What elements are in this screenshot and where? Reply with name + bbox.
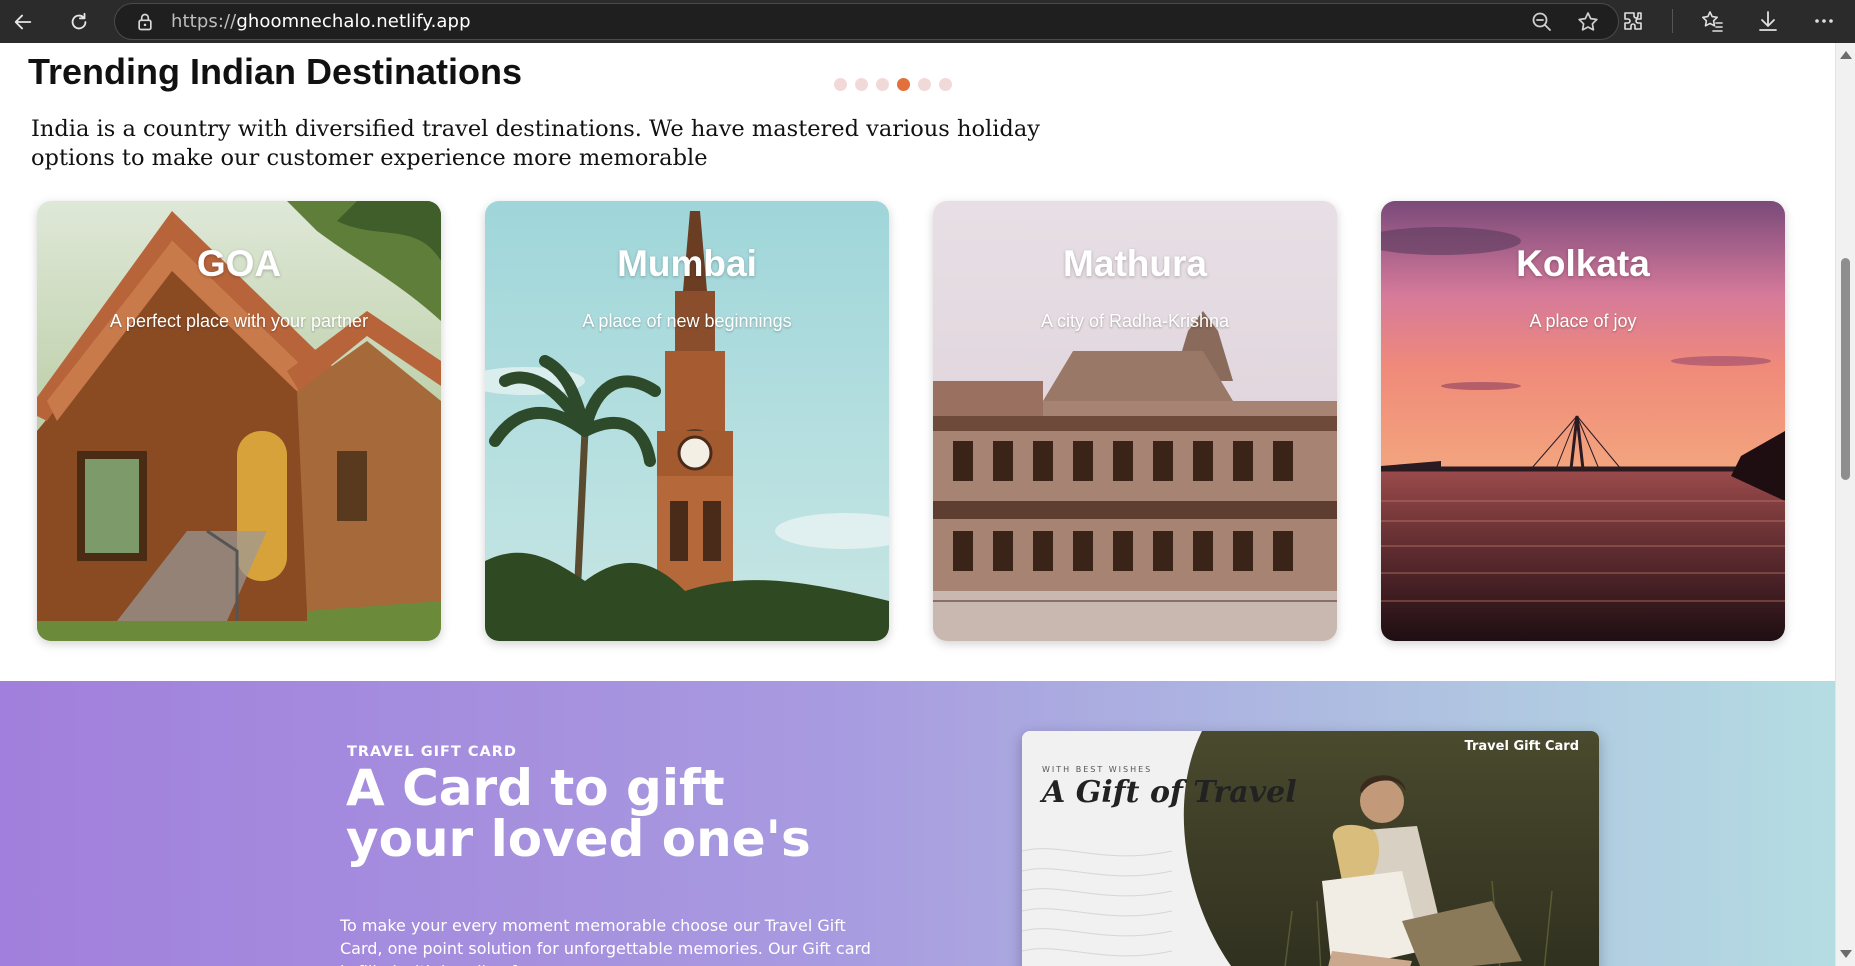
card-title: Kolkata xyxy=(1516,243,1650,284)
more-horizontal-icon xyxy=(1815,19,1833,23)
gift-headline: A Card to gift your loved one's xyxy=(346,763,946,865)
lock-icon xyxy=(138,13,152,30)
url-text: https://ghoomnechalo.netlify.app xyxy=(171,11,471,32)
toolbar-divider xyxy=(1672,9,1673,33)
arrow-left-icon xyxy=(14,14,32,29)
carousel-dot[interactable] xyxy=(876,78,889,91)
carousel-dots xyxy=(834,78,952,91)
favorites-button[interactable] xyxy=(1695,4,1729,38)
reload-button[interactable] xyxy=(60,3,98,41)
section-intro: India is a country with diversified trav… xyxy=(31,116,1040,171)
carousel-dot[interactable] xyxy=(834,78,847,91)
card-title: Mathura xyxy=(1063,243,1207,284)
gift-card-image: Travel Gift Card WITH BEST WISHES A Gift… xyxy=(1022,731,1599,966)
card-subtitle: A place of joy xyxy=(1529,311,1637,331)
carousel-dot-active[interactable] xyxy=(897,78,910,91)
address-bar[interactable]: https://ghoomnechalo.netlify.app xyxy=(114,3,1619,40)
destination-card-mathura[interactable]: Mathura A city of Radha-Krishna xyxy=(933,201,1337,641)
star-icon[interactable] xyxy=(1576,10,1600,34)
download-icon xyxy=(1759,11,1777,31)
favorites-icon xyxy=(1702,11,1723,32)
reload-icon xyxy=(71,12,87,29)
url-protocol: https:// xyxy=(171,11,237,32)
card-subtitle: A city of Radha-Krishna xyxy=(1040,311,1230,331)
page-viewport: Trending Indian Destinations India is a … xyxy=(0,43,1835,966)
gift-card-section: TRAVEL GIFT CARD A Card to gift your lov… xyxy=(0,681,1835,966)
back-button[interactable] xyxy=(4,3,42,41)
card-subtitle: A place of new beginnings xyxy=(582,311,792,331)
card-title: GOA xyxy=(196,243,282,284)
gift-description: To make your every moment memorable choo… xyxy=(340,916,871,966)
gift-card-script: A Gift of Travel xyxy=(1042,775,1297,810)
gift-card-wishes: WITH BEST WISHES xyxy=(1042,765,1153,774)
page-scrollbar[interactable] xyxy=(1835,43,1855,966)
card-title: Mumbai xyxy=(617,243,757,284)
url-host: ghoomnechalo.netlify.app xyxy=(236,11,471,32)
puzzle-icon xyxy=(1624,12,1642,30)
zoom-out-icon[interactable] xyxy=(1530,10,1554,34)
destination-card-goa[interactable]: GOA A perfect place with your partner xyxy=(37,201,441,641)
scrollbar-thumb[interactable] xyxy=(1841,258,1850,480)
gift-headline-line1: A Card to gift xyxy=(346,759,725,817)
destination-card-kolkata[interactable]: Kolkata A place of joy xyxy=(1381,201,1785,641)
destination-card-mumbai[interactable]: Mumbai A place of new beginnings xyxy=(485,201,889,641)
extensions-button[interactable] xyxy=(1616,4,1650,38)
destination-cards: GOA A perfect place with your partner Mu… xyxy=(37,201,1785,641)
gift-card-label: Travel Gift Card xyxy=(1464,739,1579,754)
scroll-down-arrow[interactable] xyxy=(1840,950,1852,958)
downloads-button[interactable] xyxy=(1751,4,1785,38)
browser-toolbar: https://ghoomnechalo.netlify.app xyxy=(0,0,1855,43)
card-subtitle: A perfect place with your partner xyxy=(109,311,369,331)
carousel-dot[interactable] xyxy=(939,78,952,91)
gift-tag: TRAVEL GIFT CARD xyxy=(347,744,517,760)
section-title: Trending Indian Destinations xyxy=(28,51,523,92)
menu-button[interactable] xyxy=(1807,4,1841,38)
scroll-up-arrow[interactable] xyxy=(1840,51,1852,59)
carousel-dot[interactable] xyxy=(918,78,931,91)
carousel-dot[interactable] xyxy=(855,78,868,91)
gift-headline-line2: your loved one's xyxy=(346,810,811,868)
